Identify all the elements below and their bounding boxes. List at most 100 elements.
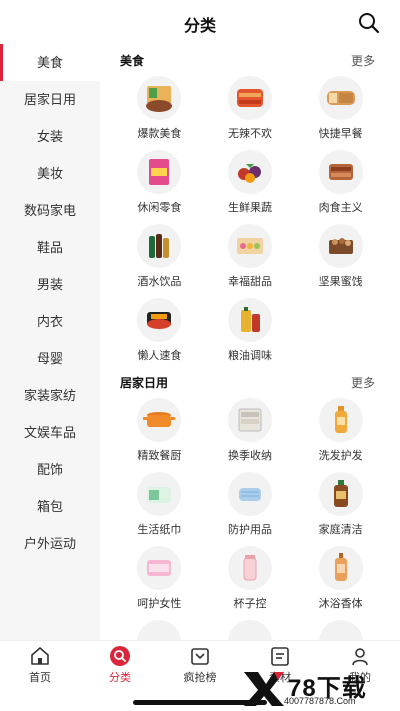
spicy-meat-icon: [227, 76, 272, 120]
subcategory-item[interactable]: 粮油调味: [205, 294, 296, 368]
sidebar-item-baby[interactable]: 母婴: [0, 340, 100, 377]
bread-icon: [318, 76, 363, 120]
sidebar-item-home-textile[interactable]: 家装家纺: [0, 377, 100, 414]
watermark-logo-icon: [244, 672, 284, 706]
subcategory-item[interactable]: 无辣不欢: [205, 72, 296, 146]
sidebar-item-home-daily[interactable]: 居家日用: [0, 81, 100, 118]
subcategory-item[interactable]: 懒人速食: [114, 294, 205, 368]
subcategory-item[interactable]: 洗发护发: [295, 394, 386, 468]
bottles-icon: [137, 224, 182, 268]
sidebar-item-shoes[interactable]: 鞋品: [0, 229, 100, 266]
tab-category[interactable]: 分类: [80, 645, 160, 685]
page-title: 分类: [183, 18, 216, 35]
tab-ranking[interactable]: 疯抢榜: [160, 645, 240, 685]
subcategory-label: 休闲零食: [137, 202, 182, 214]
subcategory-label: 换季收纳: [227, 450, 272, 462]
snack-bag-icon: [137, 150, 182, 194]
casserole-icon: [137, 398, 182, 442]
sidebar-item-food[interactable]: 美食: [0, 44, 100, 81]
subcategory-label: 粮油调味: [227, 350, 272, 362]
subcategory-label: 坚果蜜饯: [318, 276, 363, 288]
noodle-bowl-icon: [137, 76, 182, 120]
category-sidebar: 美食 居家日用 女装 美妆 数码家电 鞋品 男装 内衣 母婴 家装家纺 文娱车品…: [0, 44, 100, 640]
sidebar-item-underwear[interactable]: 内衣: [0, 303, 100, 340]
cleaner-bottle-icon: [318, 472, 363, 516]
subcategory-label: 家庭清洁: [318, 524, 363, 536]
subcategory-item[interactable]: 家庭清洁: [295, 468, 386, 542]
subcategory-label: 精致餐厨: [137, 450, 182, 462]
oil-bottle-icon: [227, 298, 272, 342]
face-mask-icon: [227, 472, 272, 516]
sidebar-item-entertainment-car[interactable]: 文娱车品: [0, 414, 100, 451]
dessert-box-icon: [227, 224, 272, 268]
subcategory-item[interactable]: 生活纸巾: [114, 468, 205, 542]
subcategory-label: 杯子控: [233, 598, 267, 610]
home-icon: [31, 647, 49, 665]
subcategory-item-partial[interactable]: [295, 616, 386, 640]
subcategory-label: 懒人速食: [137, 350, 182, 362]
subcategory-item[interactable]: 换季收纳: [205, 394, 296, 468]
subcategory-label: 快捷早餐: [318, 128, 363, 140]
nuts-icon: [318, 224, 363, 268]
subcategory-label: 生活纸巾: [137, 524, 182, 536]
top-header: 分类: [0, 0, 400, 44]
subcategory-item[interactable]: 防护用品: [205, 468, 296, 542]
tissue-pack-icon: [137, 472, 182, 516]
subcategory-item-partial[interactable]: [114, 616, 205, 640]
more-link[interactable]: 更多: [351, 52, 375, 69]
material-icon: [271, 647, 289, 666]
subcategory-label: 肉食主义: [318, 202, 363, 214]
subcategory-item[interactable]: 休闲零食: [114, 146, 205, 220]
sidebar-item-beauty[interactable]: 美妆: [0, 155, 100, 192]
ranking-icon: [191, 648, 209, 665]
sidebar-item-digital[interactable]: 数码家电: [0, 192, 100, 229]
tab-label: 疯抢榜: [183, 672, 217, 684]
sidebar-item-bags[interactable]: 箱包: [0, 488, 100, 525]
tab-label: 首页: [29, 672, 51, 684]
subcategory-item[interactable]: 肉食主义: [295, 146, 386, 220]
product-thumbnail-icon: [227, 620, 272, 640]
subcategory-item[interactable]: 生鲜果蔬: [205, 146, 296, 220]
subcategory-item[interactable]: 坚果蜜饯: [295, 220, 386, 294]
subcategory-label: 沐浴香体: [318, 598, 363, 610]
subcategory-label: 洗发护发: [318, 450, 363, 462]
watermark: 78下载 4007787878.Com: [240, 668, 390, 708]
fruit-icon: [227, 150, 272, 194]
search-icon[interactable]: [358, 12, 380, 34]
subcategory-label: 呵护女性: [137, 598, 182, 610]
sidebar-item-outdoor[interactable]: 户外运动: [0, 525, 100, 562]
section-title: 美食: [120, 54, 145, 68]
subcategory-label: 酒水饮品: [137, 276, 182, 288]
subcategory-item[interactable]: 快捷早餐: [295, 72, 386, 146]
storage-drawer-icon: [227, 398, 272, 442]
water-cup-icon: [227, 546, 272, 590]
tab-home[interactable]: 首页: [0, 645, 80, 685]
sausage-icon: [318, 150, 363, 194]
subcategory-item[interactable]: 酒水饮品: [114, 220, 205, 294]
subcategory-item[interactable]: 杯子控: [205, 542, 296, 616]
sidebar-item-womens[interactable]: 女装: [0, 118, 100, 155]
subcategory-item[interactable]: 沐浴香体: [295, 542, 386, 616]
subcategory-item[interactable]: 爆款美食: [114, 72, 205, 146]
section-title: 居家日用: [120, 376, 169, 390]
subcategory-grid-food: 爆款美食 无辣不欢 快捷早餐 休闲零食 生鲜果蔬 肉食主义 酒水饮品 幸福甜品 …: [100, 72, 400, 368]
subcategory-item-partial[interactable]: [205, 616, 296, 640]
more-link[interactable]: 更多: [351, 374, 375, 391]
subcategory-grid-home-daily: 精致餐厨 换季收纳 洗发护发 生活纸巾 防护用品 家庭清洁 呵护女性 杯子控 沐…: [100, 394, 400, 640]
tab-label: 分类: [109, 672, 131, 684]
subcategory-label: 无辣不欢: [227, 128, 272, 140]
category-content: 美食 更多 爆款美食 无辣不欢 快捷早餐 休闲零食 生鲜果蔬 肉食主义 酒水饮品…: [100, 44, 400, 640]
subcategory-item[interactable]: 呵护女性: [114, 542, 205, 616]
body-wash-icon: [318, 546, 363, 590]
sidebar-item-mens[interactable]: 男装: [0, 266, 100, 303]
subcategory-item[interactable]: 精致餐厨: [114, 394, 205, 468]
product-thumbnail-icon: [318, 620, 363, 640]
category-search-icon: [110, 646, 130, 666]
product-thumbnail-icon: [137, 620, 182, 640]
section-header-home-daily: 居家日用 更多: [100, 370, 400, 394]
subcategory-item[interactable]: 幸福甜品: [205, 220, 296, 294]
section-header-food: 美食 更多: [100, 48, 400, 72]
hotpot-icon: [137, 298, 182, 342]
sidebar-item-accessories[interactable]: 配饰: [0, 451, 100, 488]
subcategory-label: 幸福甜品: [227, 276, 272, 288]
